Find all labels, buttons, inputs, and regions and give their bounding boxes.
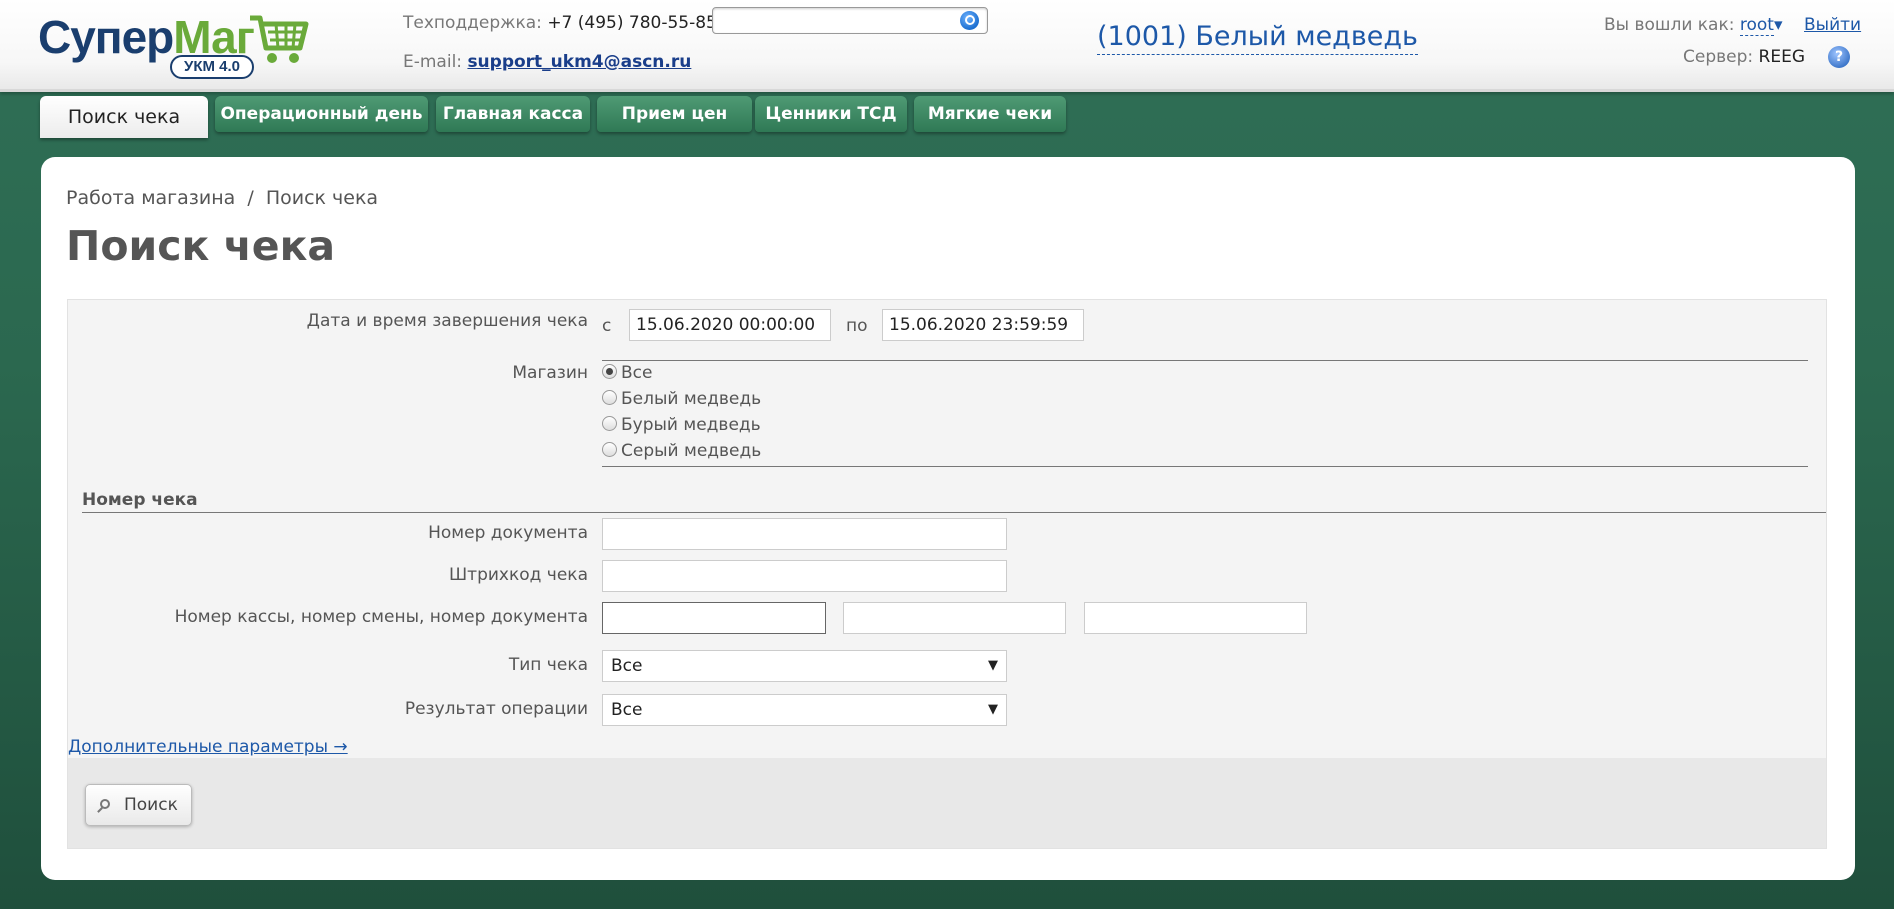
radio-icon[interactable] <box>602 442 617 457</box>
support-email: E-mail: support_ukm4@ascn.ru <box>403 52 692 72</box>
store-radio-white-bear[interactable]: Белый медведь <box>602 389 761 409</box>
form-footer: Поиск <box>68 758 1826 848</box>
chevron-down-icon[interactable]: ▾ <box>1774 15 1783 35</box>
operation-result-select[interactable]: Все ▼ <box>602 694 1007 726</box>
dropdown-arrow-icon: ▼ <box>988 658 998 673</box>
dropdown-arrow-icon: ▼ <box>988 702 998 717</box>
tab-main-cash[interactable]: Главная касса <box>436 96 590 132</box>
doc-number-input[interactable] <box>602 518 1007 550</box>
search-icon <box>100 799 110 809</box>
from-label: с <box>602 316 612 336</box>
search-icon[interactable] <box>960 11 979 30</box>
breadcrumb-current: Поиск чека <box>265 187 379 209</box>
receipt-type-label: Тип чека <box>508 655 588 675</box>
store-radio-brown-bear[interactable]: Бурый медведь <box>602 415 761 435</box>
tab-receipt-search[interactable]: Поиск чека <box>40 96 208 138</box>
help-icon[interactable]: ? <box>1828 46 1850 68</box>
logo-badge: УКМ 4.0 <box>170 55 255 79</box>
divider <box>602 466 1808 467</box>
tab-operational-day[interactable]: Операционный день <box>215 96 428 132</box>
barcode-label: Штрихкод чека <box>449 565 588 585</box>
date-to-input[interactable]: 15.06.2020 23:59:59 <box>882 309 1084 341</box>
logo[interactable]: СуперМаг УКМ 4.0 <box>38 10 318 80</box>
date-from-input[interactable]: 15.06.2020 00:00:00 <box>629 309 831 341</box>
logout-link[interactable]: Выйти <box>1804 15 1861 35</box>
document-number-input[interactable] <box>1084 602 1307 634</box>
store-title[interactable]: (1001) Белый медведь <box>1097 20 1418 55</box>
divider <box>82 512 1826 513</box>
register-shift-doc-label: Номер кассы, номер смены, номер документ… <box>174 607 588 627</box>
support-phone: Техподдержка: +7 (495) 780-55-85 <box>403 13 717 33</box>
cart-icon <box>250 15 309 63</box>
search-button[interactable]: Поиск <box>85 784 192 826</box>
receipt-type-select[interactable]: Все ▼ <box>602 650 1007 682</box>
login-info: Вы вошли как: root▾ <box>1604 15 1783 36</box>
server-info: Сервер: REEG <box>1683 47 1805 67</box>
barcode-input[interactable] <box>602 560 1007 592</box>
divider <box>602 360 1808 361</box>
store-label: Магазин <box>512 363 588 383</box>
to-label: по <box>846 316 868 336</box>
operation-result-label: Результат операции <box>404 699 588 719</box>
store-radio-all[interactable]: Все <box>602 363 652 383</box>
breadcrumb-parent[interactable]: Работа магазина <box>66 187 235 209</box>
datetime-label: Дата и время завершения чека <box>306 311 588 331</box>
section-receipt-number: Номер чека <box>82 490 198 510</box>
search-form: Дата и время завершения чека с 15.06.202… <box>67 299 1827 849</box>
tab-price-receive[interactable]: Прием цен <box>597 96 752 132</box>
shift-number-input[interactable] <box>843 602 1066 634</box>
radio-icon[interactable] <box>602 364 617 379</box>
breadcrumb: Работа магазина / Поиск чека <box>66 187 379 209</box>
page-title: Поиск чека <box>66 222 336 270</box>
radio-icon[interactable] <box>602 390 617 405</box>
content-panel: Работа магазина / Поиск чека Поиск чека … <box>41 157 1855 880</box>
radio-icon[interactable] <box>602 416 617 431</box>
store-radio-gray-bear[interactable]: Серый медведь <box>602 441 761 461</box>
doc-number-label: Номер документа <box>428 523 588 543</box>
header-search-input[interactable] <box>712 7 988 34</box>
register-number-input[interactable] <box>602 602 826 634</box>
more-params-link[interactable]: Дополнительные параметры → <box>68 737 348 757</box>
tab-soft-receipts[interactable]: Мягкие чеки <box>914 96 1066 132</box>
app-header: СуперМаг УКМ 4.0 Техподдержка: +7 (495) … <box>0 0 1894 92</box>
user-menu[interactable]: root <box>1739 15 1774 36</box>
tab-tsd-price-tags[interactable]: Ценники ТСД <box>755 96 907 132</box>
support-email-link[interactable]: support_ukm4@ascn.ru <box>467 52 691 72</box>
